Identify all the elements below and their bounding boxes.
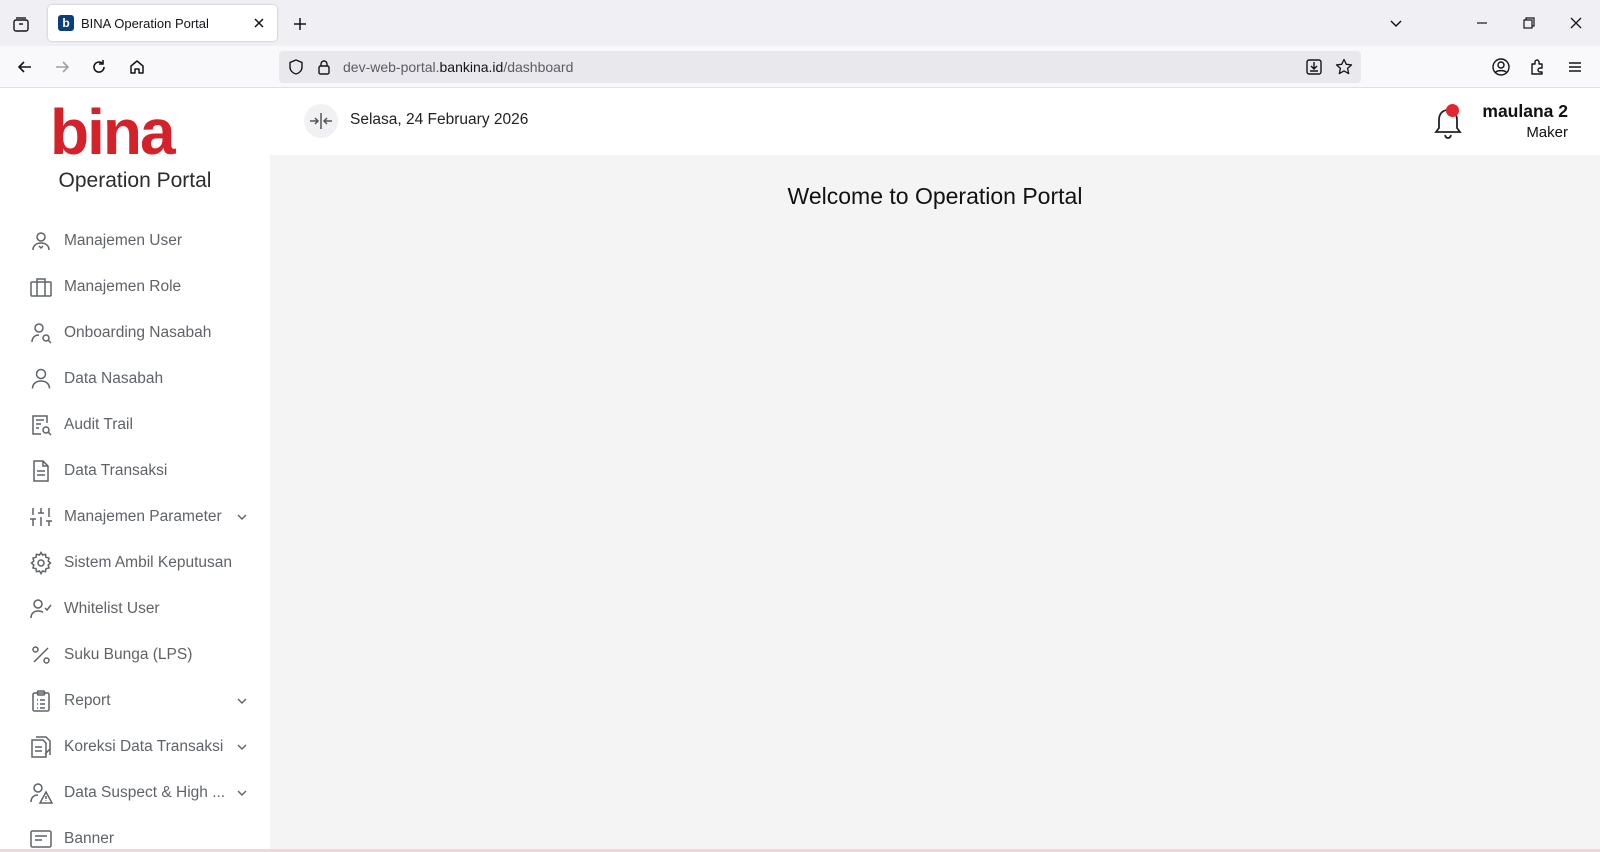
url-path: /dashboard xyxy=(503,59,574,75)
sidebar-item-label: Manajemen Parameter xyxy=(64,508,222,525)
sidebar-item-manajemen-parameter[interactable]: Manajemen Parameter xyxy=(0,494,270,540)
user-check-icon xyxy=(28,596,54,622)
shield-icon[interactable] xyxy=(287,58,305,81)
current-date: Selasa, 24 February 2026 xyxy=(350,111,529,128)
user-icon xyxy=(28,366,54,392)
chevron-down-icon[interactable] xyxy=(233,738,251,756)
chevron-down-icon[interactable] xyxy=(233,508,251,526)
tab-title: BINA Operation Portal xyxy=(81,15,209,31)
sidebar-item-report[interactable]: Report xyxy=(0,678,270,724)
chevron-down-icon[interactable] xyxy=(233,784,251,802)
back-icon[interactable] xyxy=(12,54,38,80)
list-all-tabs-icon[interactable] xyxy=(1382,10,1410,36)
bina-logo: bina xyxy=(50,106,178,162)
sidebar: bina Operation Portal Manajemen User Man… xyxy=(0,88,270,852)
close-window-icon[interactable] xyxy=(1562,10,1590,36)
sidebar-item-data-nasabah[interactable]: Data Nasabah xyxy=(0,356,270,402)
minimize-icon[interactable] xyxy=(1468,10,1496,36)
tab-favicon-icon: b xyxy=(58,15,74,31)
user-warning-icon xyxy=(28,780,54,806)
sidebar-item-data-suspect[interactable]: Data Suspect & High ... xyxy=(0,770,270,816)
sidebar-item-manajemen-role[interactable]: Manajemen Role xyxy=(0,264,270,310)
chevron-down-icon[interactable] xyxy=(233,692,251,710)
sidebar-item-label: Manajemen Role xyxy=(64,278,182,295)
welcome-heading: Welcome to Operation Portal xyxy=(787,183,1083,209)
save-page-icon[interactable] xyxy=(1304,57,1324,82)
documents-edit-icon xyxy=(28,734,54,760)
url-subdomain: dev-web-portal. xyxy=(343,59,440,75)
brand-logo[interactable]: bina Operation Portal xyxy=(0,88,270,218)
url-bar[interactable]: dev-web-portal.bankina.id/dashboard xyxy=(279,51,1361,83)
home-icon[interactable] xyxy=(124,54,150,80)
briefcase-icon xyxy=(28,274,54,300)
sidebar-item-onboarding-nasabah[interactable]: Onboarding Nasabah xyxy=(0,310,270,356)
user-management-icon xyxy=(28,228,54,254)
user-search-icon xyxy=(28,320,54,346)
extensions-icon[interactable] xyxy=(1525,54,1551,80)
bookmark-star-icon[interactable] xyxy=(1334,57,1354,82)
sidebar-item-label: Data Nasabah xyxy=(64,370,164,387)
lock-icon[interactable] xyxy=(315,58,333,81)
url-domain: bankina.id xyxy=(439,59,504,75)
sidebar-item-label: Onboarding Nasabah xyxy=(64,324,212,341)
sidebar-item-label: Manajemen User xyxy=(64,232,183,249)
menu-hamburger-icon[interactable] xyxy=(1562,54,1588,80)
new-tab-icon[interactable] xyxy=(288,12,312,36)
clipboard-list-icon xyxy=(28,688,54,714)
browser-tab[interactable]: b BINA Operation Portal xyxy=(48,5,277,41)
sidebar-item-whitelist-user[interactable]: Whitelist User xyxy=(0,586,270,632)
user-name[interactable]: maulana 2 xyxy=(1482,101,1568,122)
document-search-icon xyxy=(28,412,54,438)
tab-close-icon[interactable] xyxy=(249,13,269,33)
sliders-icon xyxy=(28,504,54,530)
account-icon[interactable] xyxy=(1488,54,1514,80)
sidebar-item-data-transaksi[interactable]: Data Transaksi xyxy=(0,448,270,494)
restore-icon[interactable] xyxy=(1515,10,1543,36)
tab-list-icon[interactable] xyxy=(8,11,34,37)
sidebar-item-label: Koreksi Data Transaksi xyxy=(64,738,224,755)
svg-text:bina: bina xyxy=(50,106,176,162)
sidebar-item-suku-bunga[interactable]: Suku Bunga (LPS) xyxy=(0,632,270,678)
url-text[interactable]: dev-web-portal.bankina.id/dashboard xyxy=(343,59,573,75)
sidebar-item-banner[interactable]: Banner xyxy=(0,816,270,852)
reload-icon[interactable] xyxy=(86,54,112,80)
sidebar-item-koreksi-data-transaksi[interactable]: Koreksi Data Transaksi xyxy=(0,724,270,770)
sidebar-item-label: Data Transaksi xyxy=(64,462,168,479)
collapse-sidebar-icon[interactable] xyxy=(304,104,338,138)
sidebar-item-label: Sistem Ambil Keputusan xyxy=(64,554,233,571)
percent-icon xyxy=(28,642,54,668)
sidebar-item-label: Suku Bunga (LPS) xyxy=(64,646,193,663)
gear-icon xyxy=(28,550,54,576)
sidebar-item-label: Audit Trail xyxy=(64,416,133,433)
document-icon xyxy=(28,458,54,484)
browser-tab-strip: b BINA Operation Portal xyxy=(0,0,1600,46)
notification-badge xyxy=(1446,104,1459,117)
main-content: Selasa, 24 February 2026 maulana 2 Maker… xyxy=(270,88,1600,852)
sidebar-item-label: Banner xyxy=(64,830,114,847)
forward-icon[interactable] xyxy=(49,54,75,80)
sidebar-item-manajemen-user[interactable]: Manajemen User xyxy=(0,218,270,264)
sidebar-item-label: Report xyxy=(64,692,111,709)
user-role: Maker xyxy=(1526,124,1568,141)
sidebar-item-label: Data Suspect & High ... xyxy=(64,784,226,801)
browser-toolbar: dev-web-portal.bankina.id/dashboard xyxy=(0,46,1600,88)
sidebar-item-label: Whitelist User xyxy=(64,600,160,617)
portal-name: Operation Portal xyxy=(58,169,212,192)
sidebar-item-sistem-ambil-keputusan[interactable]: Sistem Ambil Keputusan xyxy=(0,540,270,586)
header-bar: Selasa, 24 February 2026 maulana 2 Maker xyxy=(270,88,1600,155)
sidebar-item-audit-trail[interactable]: Audit Trail xyxy=(0,402,270,448)
